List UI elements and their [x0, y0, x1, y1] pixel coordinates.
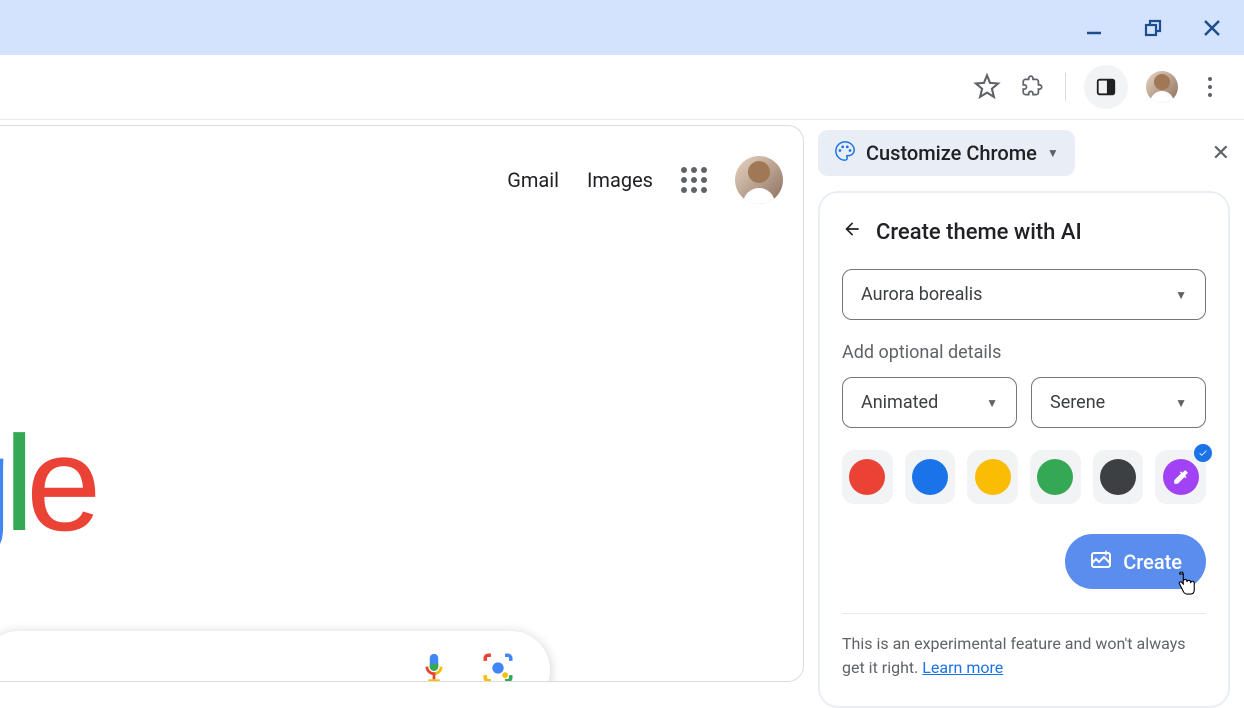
sidepanel-selector-chip[interactable]: Customize Chrome ▼ — [818, 130, 1075, 176]
chevron-down-icon: ▼ — [1175, 396, 1187, 410]
back-arrow-icon[interactable] — [842, 219, 862, 245]
chevron-down-icon: ▼ — [1175, 288, 1187, 302]
palette-icon — [834, 140, 856, 166]
restore-button[interactable] — [1141, 16, 1165, 40]
window-titlebar — [0, 0, 1244, 55]
main-area: Gmail Images ogle — [0, 120, 1244, 682]
create-button[interactable]: Create — [1065, 534, 1206, 589]
sparkle-image-icon — [1089, 547, 1113, 576]
gmail-link[interactable]: Gmail — [507, 168, 559, 192]
sidepanel-selector-label: Customize Chrome — [866, 141, 1037, 165]
color-swatch-green[interactable] — [1030, 450, 1081, 504]
voice-search-icon[interactable] — [417, 651, 451, 682]
learn-more-link[interactable]: Learn more — [922, 658, 1003, 677]
color-swatch-gray[interactable] — [1093, 450, 1144, 504]
close-button[interactable] — [1200, 16, 1224, 40]
style-select[interactable]: Animated ▼ — [842, 377, 1017, 428]
color-row — [842, 450, 1206, 504]
color-swatch-yellow[interactable] — [967, 450, 1018, 504]
chrome-menu-icon[interactable] — [1196, 73, 1224, 101]
optional-details-label: Add optional details — [842, 342, 1206, 363]
bookmark-star-icon[interactable] — [973, 73, 1001, 101]
new-tab-page: Gmail Images ogle — [0, 125, 804, 682]
sidepanel-toggle-button[interactable] — [1084, 65, 1128, 109]
ntp-header: Gmail Images — [507, 156, 783, 204]
disclaimer-text: This is an experimental feature and won'… — [842, 632, 1206, 680]
panel-title: Create theme with AI — [876, 220, 1082, 245]
toolbar-separator — [1065, 73, 1066, 101]
chevron-down-icon: ▼ — [1047, 146, 1059, 160]
chevron-down-icon: ▼ — [986, 396, 998, 410]
google-apps-icon[interactable] — [681, 167, 707, 193]
account-avatar[interactable] — [735, 156, 783, 204]
color-swatch-custom[interactable] — [1155, 450, 1206, 504]
customize-chrome-sidepanel: Customize Chrome ▼ ✕ Create theme with A… — [804, 120, 1244, 682]
google-logo: ogle — [0, 406, 93, 561]
divider — [842, 613, 1206, 614]
mood-select[interactable]: Serene ▼ — [1031, 377, 1206, 428]
minimize-button[interactable] — [1082, 16, 1106, 40]
color-swatch-red[interactable] — [842, 450, 893, 504]
lens-search-icon[interactable] — [481, 651, 515, 682]
selected-check-icon — [1194, 444, 1212, 462]
sidepanel-close-button[interactable]: ✕ — [1212, 141, 1230, 166]
create-button-label: Create — [1123, 550, 1182, 574]
subject-select[interactable]: Aurora borealis ▼ — [842, 269, 1206, 320]
style-value: Animated — [861, 392, 938, 413]
eyedropper-icon — [1163, 459, 1199, 495]
cursor-pointer-icon — [1175, 571, 1197, 597]
create-theme-card: Create theme with AI Aurora borealis ▼ A… — [818, 191, 1230, 708]
mood-value: Serene — [1050, 392, 1105, 413]
profile-avatar[interactable] — [1146, 71, 1178, 103]
subject-value: Aurora borealis — [861, 284, 982, 305]
images-link[interactable]: Images — [587, 168, 653, 192]
color-swatch-blue[interactable] — [905, 450, 956, 504]
extensions-icon[interactable] — [1019, 73, 1047, 101]
browser-toolbar — [0, 55, 1244, 120]
search-box[interactable] — [0, 631, 550, 682]
